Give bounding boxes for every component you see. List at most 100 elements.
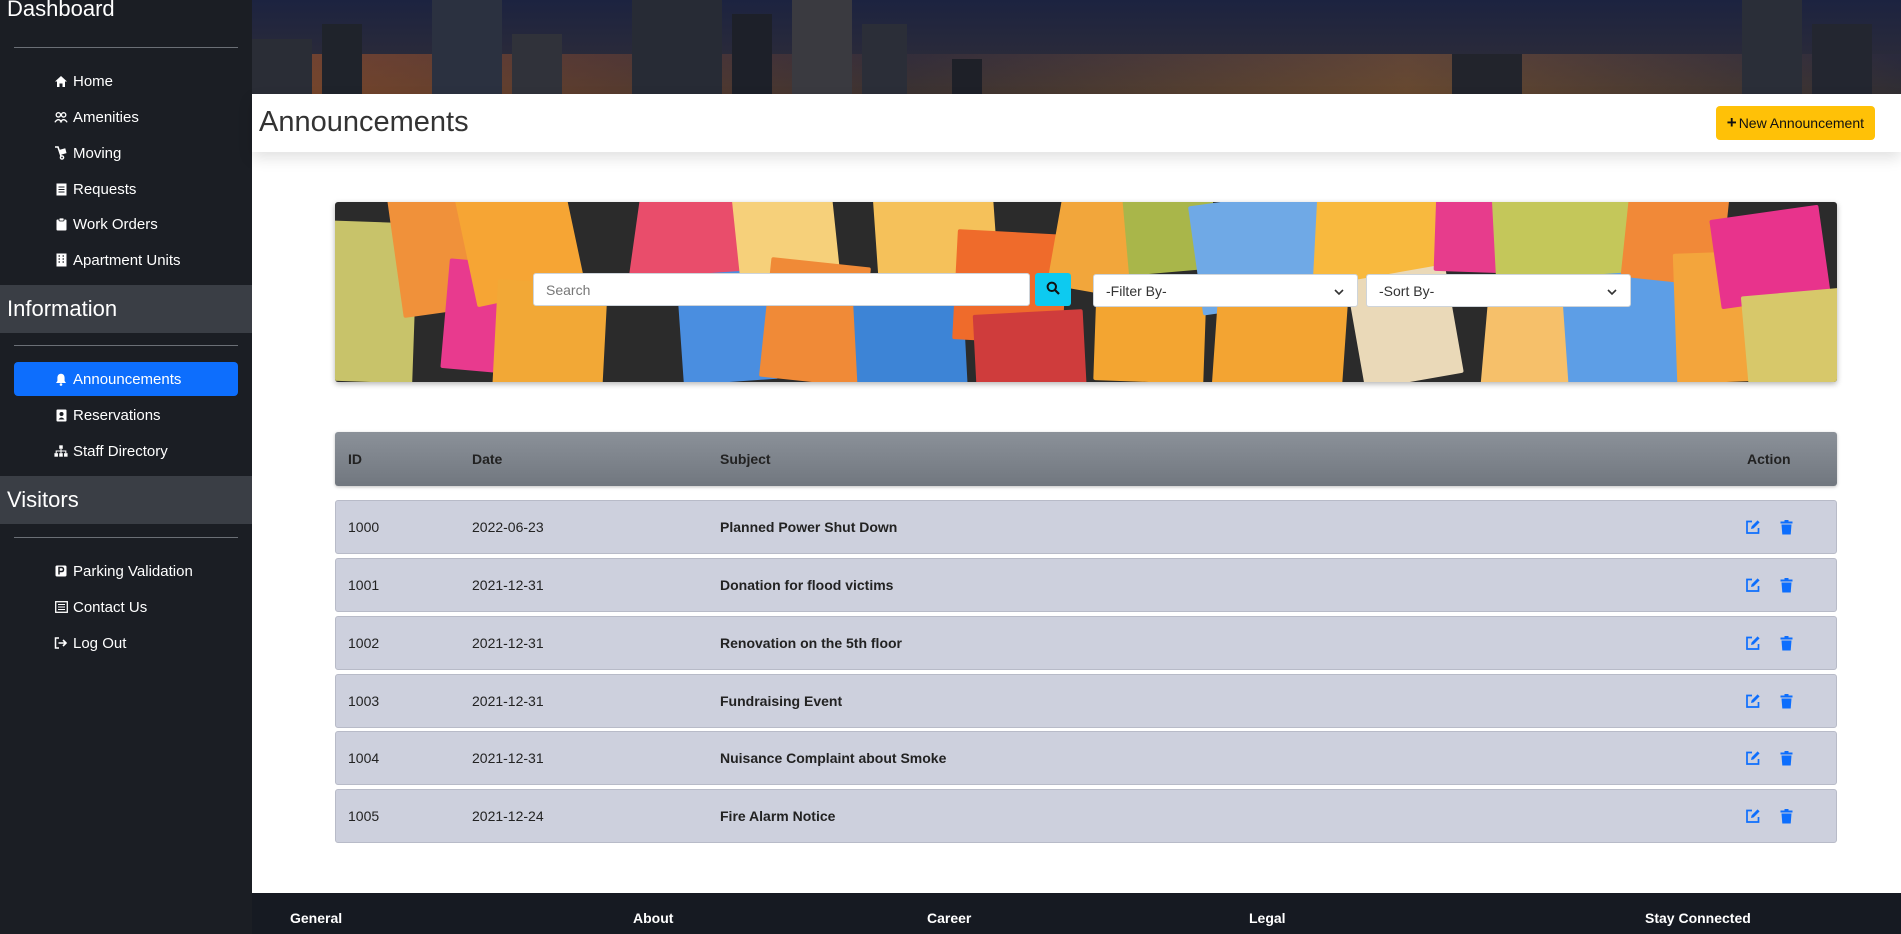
sort-by-value: -Sort By- (1379, 282, 1435, 299)
row-date: 2021-12-24 (472, 808, 544, 824)
sidebar-section-visitors: Visitors (0, 476, 252, 524)
plus-icon: + (1726, 113, 1737, 132)
chevron-down-icon (1333, 285, 1345, 297)
search-button[interactable] (1035, 273, 1071, 306)
sidebar-item-log-out[interactable]: Log Out (14, 626, 238, 660)
row-subject: Renovation on the 5th floor (720, 635, 902, 651)
sidebar-divider (14, 537, 238, 538)
sidebar-item-amenities[interactable]: Amenities (14, 100, 238, 134)
table-row[interactable]: 1005 2021-12-24 Fire Alarm Notice (335, 789, 1837, 843)
table-row[interactable]: 1001 2021-12-31 Donation for flood victi… (335, 558, 1837, 612)
row-date: 2022-06-23 (472, 519, 544, 535)
sidebar-item-label: Staff Directory (73, 442, 168, 460)
skyline-building (632, 0, 722, 94)
edit-icon[interactable] (1745, 693, 1761, 709)
sidebar-divider (14, 345, 238, 346)
edit-icon[interactable] (1745, 577, 1761, 593)
home-icon (54, 74, 68, 88)
sidebar-item-label: Announcements (73, 370, 182, 388)
edit-icon[interactable] (1745, 635, 1761, 651)
filter-by-select[interactable]: -Filter By- (1093, 274, 1358, 307)
search-input[interactable] (533, 273, 1030, 306)
org-chart-icon (54, 444, 68, 458)
row-date: 2021-12-31 (472, 577, 544, 593)
sidebar-item-label: Requests (73, 180, 137, 198)
skyline-building (862, 24, 907, 94)
column-header-id: ID (348, 451, 362, 467)
sidebar-item-label: Reservations (73, 406, 161, 424)
edit-icon[interactable] (1745, 519, 1761, 535)
trash-icon[interactable] (1778, 519, 1794, 535)
skyline-building (952, 59, 982, 94)
sidebar-item-contact-us[interactable]: Contact Us (14, 590, 238, 624)
sidebar-item-home[interactable]: Home (14, 64, 238, 98)
sidebar-item-label: Home (73, 72, 114, 90)
page-title: Announcements (259, 106, 469, 138)
sidebar-item-label: Log Out (73, 634, 127, 652)
sidebar-item-work-orders[interactable]: Work Orders (14, 207, 238, 241)
sidebar: Dashboard Home Amenities Moving Requests… (0, 0, 252, 934)
sign-out-icon (54, 636, 68, 650)
dolly-icon (54, 146, 68, 160)
new-announcement-label: New Announcement (1738, 115, 1864, 131)
skyline-building (732, 14, 772, 94)
sidebar-item-announcements[interactable]: Announcements (14, 362, 238, 396)
clipboard-icon (54, 217, 68, 231)
trash-icon[interactable] (1778, 577, 1794, 593)
bell-icon (54, 372, 68, 386)
sidebar-item-moving[interactable]: Moving (14, 136, 238, 170)
table-row[interactable]: 1004 2021-12-31 Nuisance Complaint about… (335, 731, 1837, 785)
skyline-building (1452, 54, 1522, 94)
row-subject: Fire Alarm Notice (720, 808, 836, 824)
skyline-building (432, 0, 502, 94)
trash-icon[interactable] (1778, 808, 1794, 824)
edit-icon[interactable] (1745, 750, 1761, 766)
sidebar-item-label: Apartment Units (73, 251, 181, 269)
row-subject: Donation for flood victims (720, 577, 894, 593)
building-icon (54, 253, 68, 267)
sidebar-item-reservations[interactable]: Reservations (14, 398, 238, 432)
row-id: 1000 (348, 519, 380, 535)
address-book-icon (54, 600, 68, 614)
row-date: 2021-12-31 (472, 693, 544, 709)
table-row[interactable]: 1000 2022-06-23 Planned Power Shut Down (335, 500, 1837, 554)
amenities-icon (54, 110, 68, 124)
skyline-building (1742, 0, 1802, 94)
edit-icon[interactable] (1745, 808, 1761, 824)
new-announcement-button[interactable]: + New Announcement (1715, 106, 1875, 140)
sidebar-item-label: Contact Us (73, 598, 148, 616)
search-icon (1046, 281, 1060, 298)
table-row[interactable]: 1002 2021-12-31 Renovation on the 5th fl… (335, 616, 1837, 670)
sidebar-heading-visitors: Visitors (7, 487, 79, 512)
table-row[interactable]: 1003 2021-12-31 Fundraising Event (335, 674, 1837, 728)
filter-by-value: -Filter By- (1106, 282, 1167, 299)
sidebar-item-parking-validation[interactable]: Parking Validation (14, 554, 238, 588)
sidebar-item-requests[interactable]: Requests (14, 172, 238, 206)
row-subject: Planned Power Shut Down (720, 519, 898, 535)
sidebar-item-label: Parking Validation (73, 562, 193, 580)
sidebar-item-apartment-units[interactable]: Apartment Units (14, 243, 238, 277)
row-subject: Nuisance Complaint about Smoke (720, 750, 947, 766)
sidebar-item-label: Work Orders (73, 215, 158, 233)
column-header-subject: Subject (720, 451, 771, 467)
page-header: Announcements + New Announcement (252, 94, 1901, 152)
trash-icon[interactable] (1778, 693, 1794, 709)
sidebar-item-staff-directory[interactable]: Staff Directory (14, 434, 238, 468)
column-header-date: Date (472, 451, 503, 467)
id-card-icon (54, 408, 68, 422)
parking-icon (54, 564, 68, 578)
trash-icon[interactable] (1778, 750, 1794, 766)
row-date: 2021-12-31 (472, 750, 544, 766)
document-icon (54, 182, 68, 196)
skyline-building (252, 39, 312, 94)
sidebar-item-label: Amenities (73, 108, 139, 126)
row-id: 1003 (348, 693, 380, 709)
footer-heading-general: General (290, 910, 343, 926)
sidebar-item-label: Moving (73, 144, 122, 162)
row-date: 2021-12-31 (472, 635, 544, 651)
sidebar-section-information: Information (0, 285, 252, 333)
footer-heading-stay-connected: Stay Connected (1645, 910, 1751, 926)
hero-city-banner (252, 0, 1901, 94)
trash-icon[interactable] (1778, 635, 1794, 651)
sort-by-select[interactable]: -Sort By- (1366, 274, 1631, 307)
